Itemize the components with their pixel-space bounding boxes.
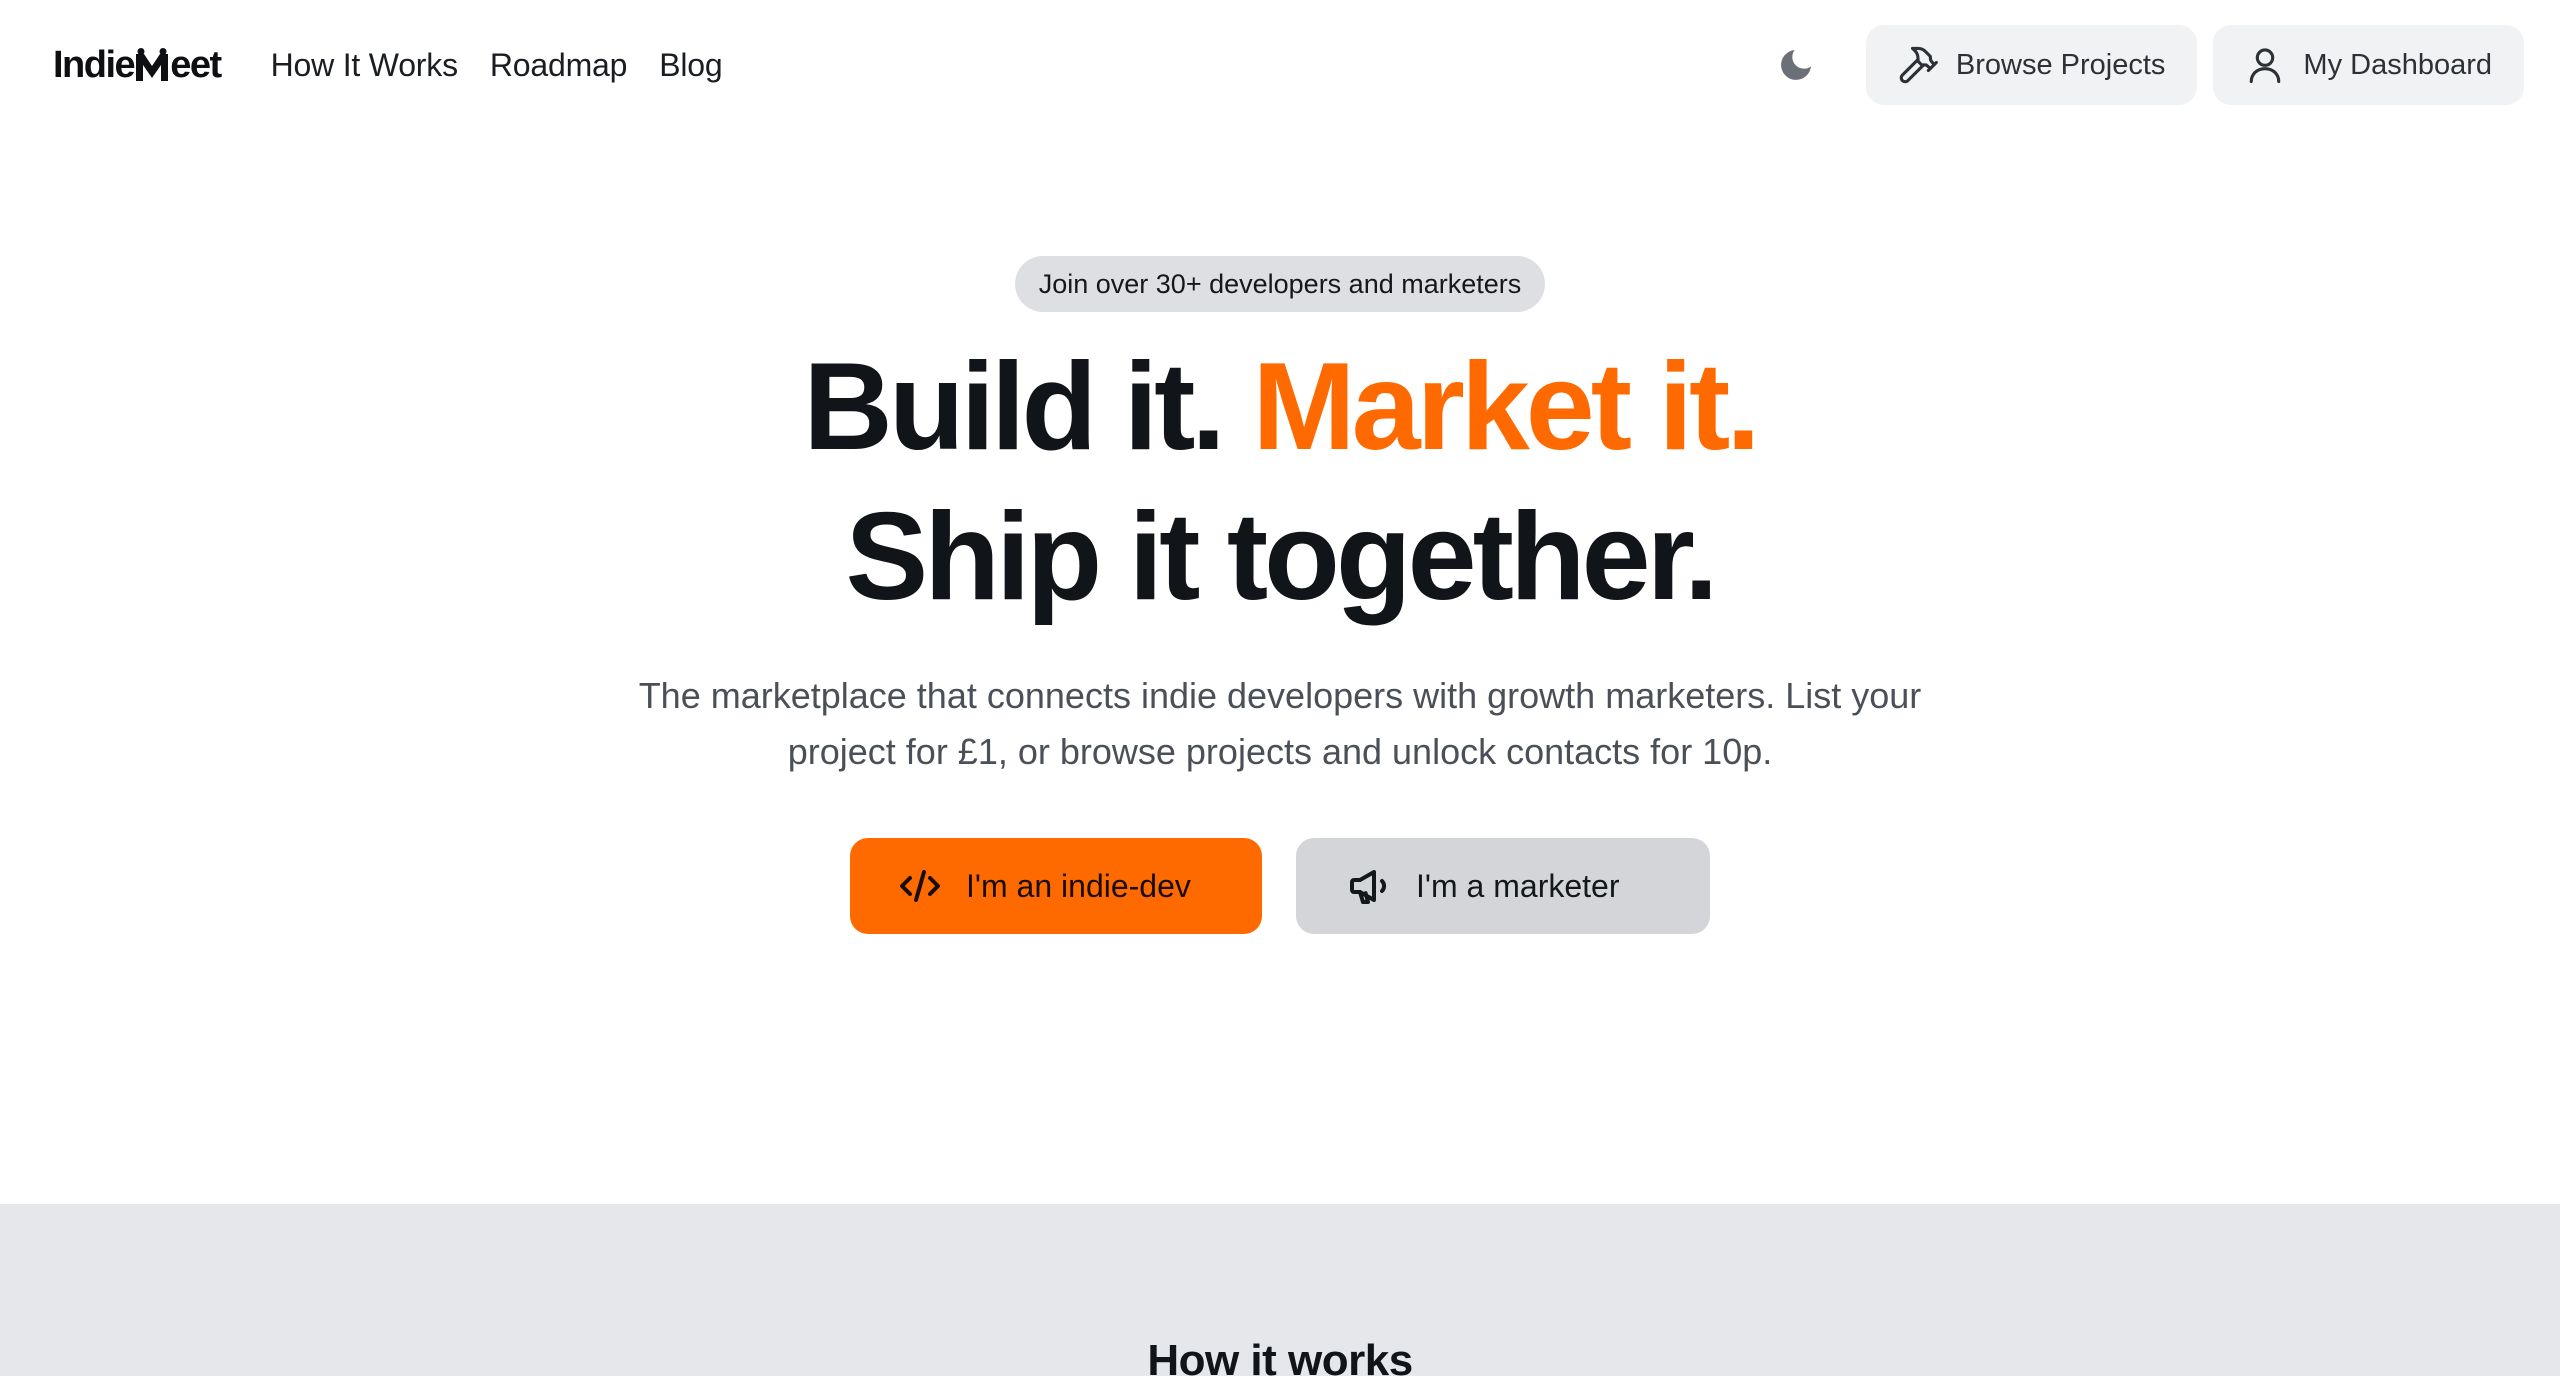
community-pill: Join over 30+ developers and marketers	[1014, 256, 1546, 312]
nav-right: Browse Projects My Dashboard	[1758, 25, 2524, 105]
cta-row: I'm an indie-dev I'm a marketer	[850, 838, 1710, 934]
headline-build: Build it.	[803, 338, 1253, 476]
logo[interactable]: Indie eet	[53, 43, 222, 87]
nav-links: How It Works Roadmap Blog	[271, 47, 723, 84]
my-dashboard-label: My Dashboard	[2303, 48, 2492, 81]
marketer-label: I'm a marketer	[1416, 867, 1620, 904]
browse-projects-button[interactable]: Browse Projects	[1865, 25, 2198, 105]
marketer-button[interactable]: I'm a marketer	[1296, 838, 1710, 934]
logo-text-indie: Indie	[53, 43, 136, 86]
nav-left: Indie eet How It Works Roadmap Blog	[53, 43, 723, 87]
headline-market-accent: Market it.	[1252, 338, 1760, 476]
theme-toggle-button[interactable]	[1758, 27, 1834, 103]
code-icon	[900, 870, 940, 902]
my-dashboard-button[interactable]: My Dashboard	[2213, 25, 2524, 105]
hero-headline: Build it. Market it. Ship it together.	[803, 332, 1760, 632]
nav-link-blog[interactable]: Blog	[659, 47, 722, 84]
headline-line-2: Ship it together.	[845, 488, 1719, 626]
top-nav: Indie eet How It Works Roadmap Blog Brow…	[0, 0, 2560, 130]
nav-link-roadmap[interactable]: Roadmap	[490, 47, 628, 84]
hammer-icon	[1899, 46, 1938, 84]
headline-line-1: Build it. Market it.	[803, 332, 1760, 482]
indie-dev-button[interactable]: I'm an indie-dev	[850, 838, 1262, 934]
nav-link-how-it-works[interactable]: How It Works	[271, 47, 458, 84]
megaphone-icon	[1350, 870, 1387, 904]
moon-icon	[1780, 50, 1811, 80]
user-icon	[2250, 48, 2281, 84]
hero-section: Join over 30+ developers and marketers B…	[0, 130, 2560, 1204]
indie-dev-label: I'm an indie-dev	[966, 867, 1191, 904]
logo-m-mark	[134, 48, 170, 82]
hero-subtext: The marketplace that connects indie deve…	[638, 675, 1922, 772]
how-it-works-title: How it works	[1147, 1336, 1413, 1376]
how-it-works-section: How it works	[0, 1204, 2560, 1376]
logo-text-eet: eet	[170, 43, 222, 86]
browse-projects-label: Browse Projects	[1955, 48, 2166, 81]
